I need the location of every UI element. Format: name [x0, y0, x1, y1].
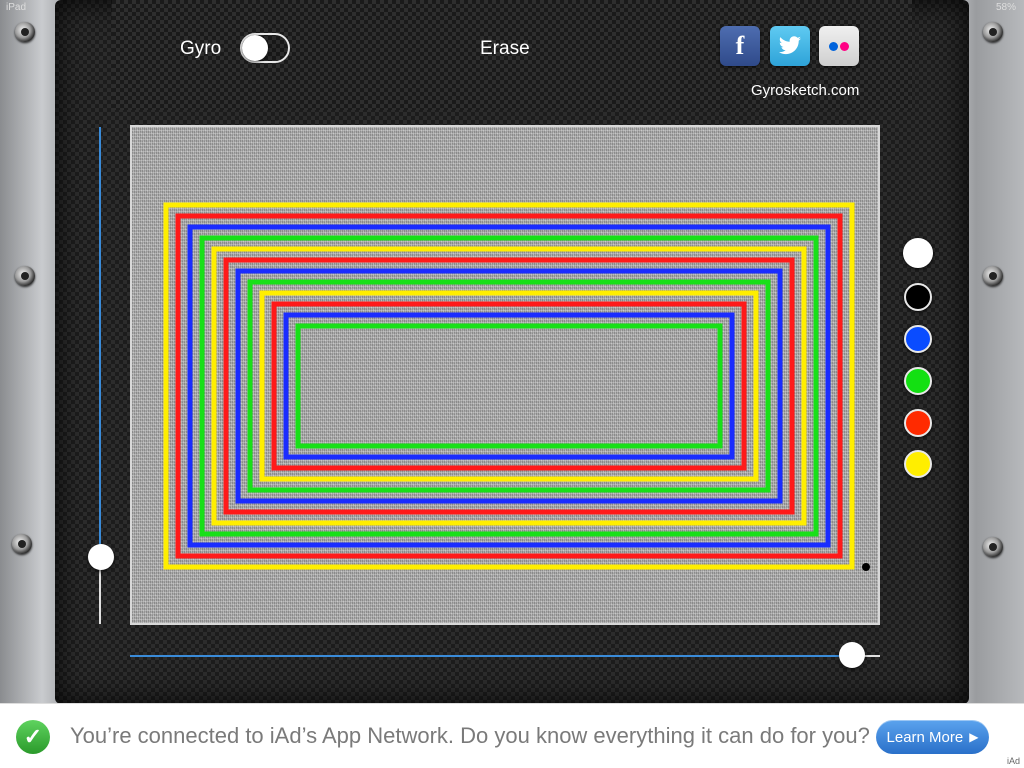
- sketch-line: [295, 323, 723, 449]
- twitter-button[interactable]: [770, 26, 810, 66]
- battery-level: 58%: [995, 2, 1016, 13]
- flickr-button[interactable]: [819, 26, 859, 66]
- toggle-knob: [242, 35, 268, 61]
- color-swatch-green[interactable]: [904, 367, 932, 395]
- iad-tag: iAd: [1006, 756, 1020, 766]
- sketch-line: [223, 257, 795, 515]
- status-bar: iPad 58%: [0, 0, 1024, 16]
- screw-icon: [12, 534, 32, 554]
- sketch-line: [211, 246, 807, 526]
- sketch-drawing: [163, 202, 870, 571]
- screw-icon: [15, 22, 35, 42]
- screw-icon: [15, 266, 35, 286]
- checkmark-icon: ✓: [16, 720, 50, 754]
- pen-cursor: [862, 563, 870, 571]
- sketch-line: [271, 301, 747, 471]
- vertical-slider-thumb[interactable]: [88, 544, 114, 570]
- erase-button[interactable]: Erase: [480, 38, 530, 60]
- screw-icon: [983, 537, 1003, 557]
- horizontal-slider-track: [130, 655, 852, 657]
- drawing-canvas[interactable]: [130, 125, 880, 625]
- facebook-button[interactable]: f: [720, 26, 760, 66]
- color-swatch-yellow[interactable]: [904, 450, 932, 478]
- chevron-right-icon: ▶: [969, 730, 979, 744]
- flickr-pink-dot-icon: [840, 41, 849, 51]
- color-swatch-black[interactable]: [904, 283, 932, 311]
- flickr-blue-dot-icon: [829, 41, 838, 51]
- gyro-toggle[interactable]: [240, 33, 290, 63]
- twitter-bird-icon: [779, 36, 801, 55]
- ad-message: You’re connected to iAd’s App Network. D…: [70, 723, 870, 748]
- facebook-icon: f: [735, 31, 745, 60]
- screw-icon: [983, 266, 1003, 286]
- iad-banner: ✓ You’re connected to iAd’s App Network.…: [0, 703, 1024, 768]
- sketch-line: [283, 312, 735, 460]
- gyro-label: Gyro: [180, 38, 222, 59]
- sketch-line: [259, 290, 759, 482]
- color-swatch-white[interactable]: [903, 238, 933, 268]
- device-name: iPad: [6, 2, 27, 13]
- color-swatch-red[interactable]: [904, 409, 932, 437]
- color-swatch-blue[interactable]: [904, 325, 932, 353]
- website-link[interactable]: Gyrosketch.com: [751, 82, 859, 99]
- learn-more-button[interactable]: Learn More ▶: [876, 720, 989, 754]
- screw-icon: [983, 22, 1003, 42]
- horizontal-slider-thumb[interactable]: [839, 642, 865, 668]
- learn-more-label: Learn More: [886, 728, 964, 746]
- sketch-line: [175, 213, 843, 559]
